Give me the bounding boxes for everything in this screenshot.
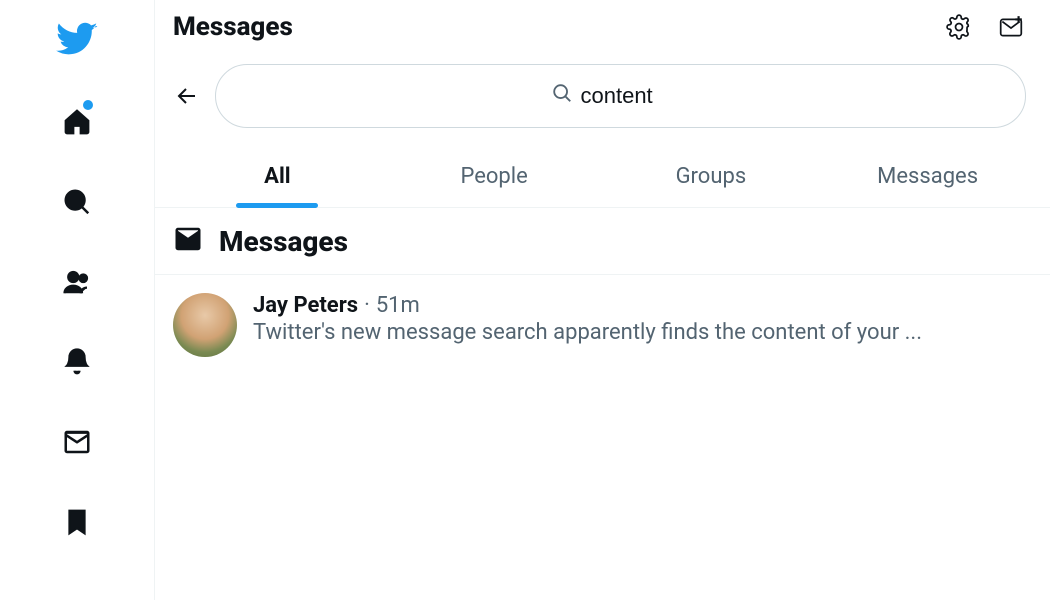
conversation-row[interactable]: Jay Peters · 51m Twitter's new message s… <box>155 275 1050 375</box>
settings-button[interactable] <box>944 12 974 42</box>
tab-label: Groups <box>676 164 747 189</box>
page-title: Messages <box>173 12 293 42</box>
conversation-name: Jay Peters <box>253 293 358 318</box>
section-title: Messages <box>219 225 348 258</box>
home-notification-dot <box>83 100 93 110</box>
tab-all[interactable]: All <box>169 146 386 207</box>
search-tabs: All People Groups Messages <box>155 146 1050 208</box>
search-input[interactable] <box>581 83 691 109</box>
conversation-preview: Twitter's new message search apparently … <box>253 320 1032 345</box>
avatar <box>173 293 237 357</box>
twitter-logo[interactable] <box>56 18 98 64</box>
tab-label: People <box>460 164 527 189</box>
envelope-icon <box>173 224 203 258</box>
tab-messages[interactable]: Messages <box>819 146 1036 207</box>
conversation-time: 51m <box>376 293 420 318</box>
messages-panel: Messages All People Groups Messages <box>155 0 1050 600</box>
search-row <box>155 58 1050 146</box>
new-message-button[interactable] <box>996 12 1026 42</box>
panel-header: Messages <box>155 0 1050 58</box>
search-field[interactable] <box>215 64 1026 128</box>
nav-notifications[interactable] <box>55 340 99 384</box>
nav-messages[interactable] <box>55 420 99 464</box>
nav-home[interactable] <box>55 100 99 144</box>
sidebar <box>0 0 155 600</box>
nav-communities[interactable] <box>55 260 99 304</box>
tab-label: All <box>264 164 290 189</box>
conversation-header: Jay Peters · 51m <box>253 293 1032 318</box>
tab-groups[interactable]: Groups <box>603 146 820 207</box>
header-actions <box>944 12 1026 42</box>
tab-people[interactable]: People <box>386 146 603 207</box>
separator-dot: · <box>364 293 370 318</box>
conversation-body: Jay Peters · 51m Twitter's new message s… <box>253 293 1032 357</box>
results-section-heading: Messages <box>155 208 1050 275</box>
search-icon <box>551 82 573 110</box>
tab-label: Messages <box>877 164 978 189</box>
back-button[interactable] <box>173 82 201 110</box>
nav-explore[interactable] <box>55 180 99 224</box>
nav-bookmarks[interactable] <box>55 500 99 544</box>
